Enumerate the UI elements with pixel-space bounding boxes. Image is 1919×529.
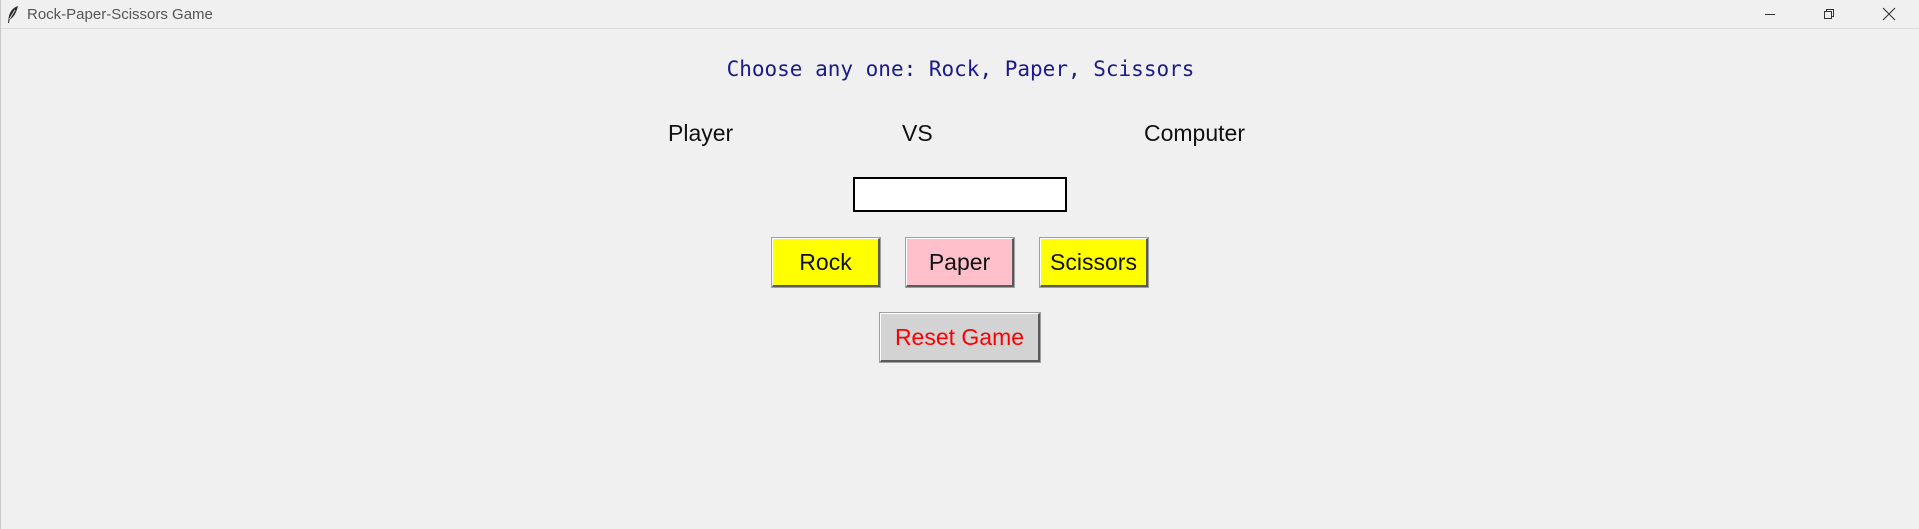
- player-label: Player: [668, 120, 734, 146]
- minimize-icon: [1764, 8, 1776, 20]
- result-field[interactable]: [853, 177, 1067, 212]
- instruction-label: Choose any one: Rock, Paper, Scissors: [1, 57, 1919, 81]
- app-window: Rock-Paper-Scissors Game Choose any one:…: [0, 0, 1919, 529]
- title-bar[interactable]: Rock-Paper-Scissors Game: [1, 0, 1919, 29]
- feather-icon: [6, 5, 20, 24]
- window-title: Rock-Paper-Scissors Game: [27, 6, 213, 23]
- rock-button[interactable]: Rock: [771, 237, 881, 288]
- instruction-text: Choose any one: Rock, Paper, Scissors: [726, 57, 1195, 81]
- computer-label: Computer: [1144, 120, 1245, 146]
- close-icon: [1882, 7, 1896, 21]
- restore-icon: [1823, 8, 1835, 20]
- minimize-button[interactable]: [1747, 0, 1793, 28]
- reset-game-button[interactable]: Reset Game: [879, 312, 1041, 363]
- scissors-button[interactable]: Scissors: [1039, 237, 1149, 288]
- restore-button[interactable]: [1806, 0, 1852, 28]
- paper-button[interactable]: Paper: [905, 237, 1015, 288]
- vs-label: VS: [902, 120, 933, 146]
- close-button[interactable]: [1866, 0, 1912, 28]
